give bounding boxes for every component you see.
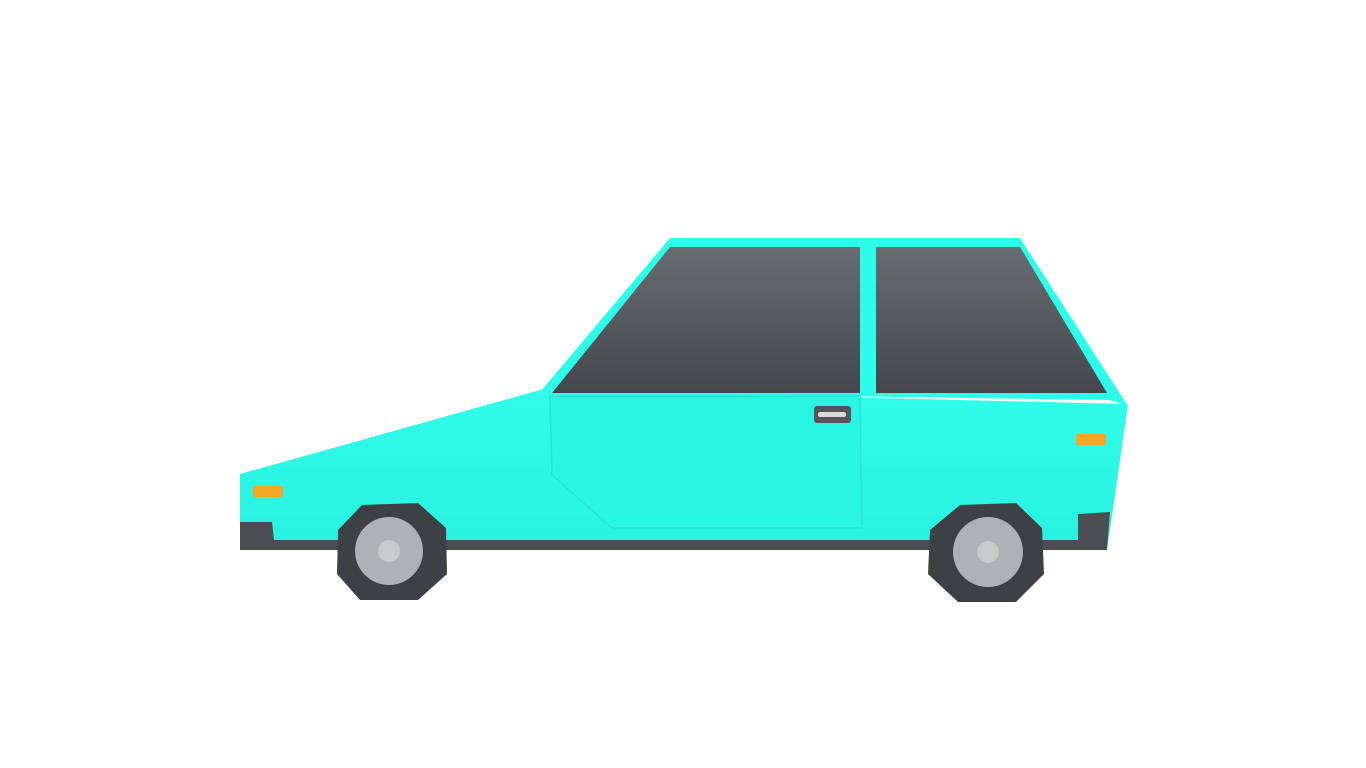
lower-sill: [430, 540, 940, 550]
rear-hub: [977, 541, 999, 563]
wheel-icon: [928, 503, 1044, 602]
door-handle-icon: [814, 406, 851, 423]
taillight-icon: [1076, 434, 1106, 445]
car-scene: [0, 0, 1366, 768]
front-hub: [378, 540, 400, 562]
b-pillar: [860, 244, 876, 396]
front-window: [552, 247, 860, 393]
car-icon: [240, 238, 1128, 602]
wheel-icon: [337, 503, 447, 600]
car-illustration: [240, 238, 1128, 602]
headlight-icon: [253, 486, 283, 497]
